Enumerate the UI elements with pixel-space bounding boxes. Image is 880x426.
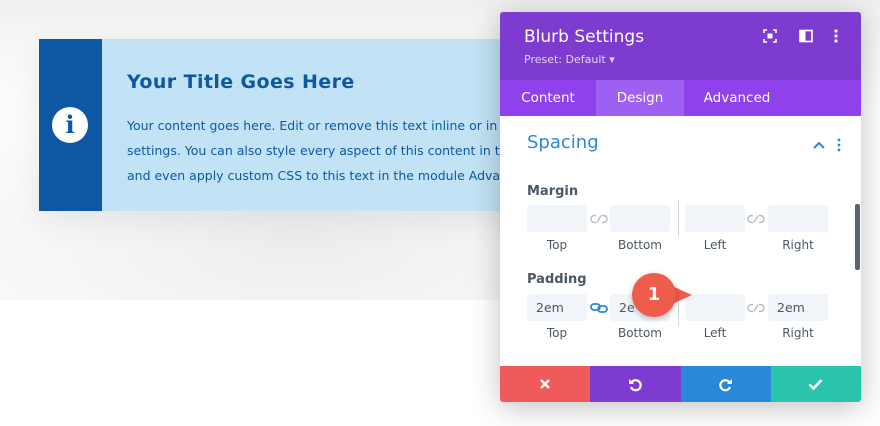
panel-title: Blurb Settings (524, 27, 645, 47)
fullscreen-icon[interactable] (762, 28, 778, 44)
section-menu-icon[interactable] (836, 138, 842, 152)
padding-link-vertical-icon[interactable] (590, 302, 608, 314)
margin-right-input[interactable] (768, 205, 828, 232)
tab-advanced[interactable]: Advanced (684, 80, 790, 116)
padding-bottom-label: Bottom (617, 326, 662, 340)
undo-button[interactable] (590, 366, 681, 402)
panel-scrollbar[interactable] (855, 204, 860, 270)
padding-right-input[interactable]: 2em (768, 294, 828, 321)
panel-footer (500, 366, 861, 402)
padding-top-input[interactable]: 2em (527, 294, 587, 321)
redo-icon (718, 379, 732, 392)
margin-left-label: Left (703, 238, 727, 252)
margin-top-input[interactable] (527, 205, 587, 232)
save-button[interactable] (770, 366, 861, 402)
padding-left-input[interactable] (685, 294, 745, 321)
padding-top-label: Top (546, 326, 568, 340)
split-view-icon[interactable] (798, 28, 814, 44)
blurb-icon-column: i (39, 39, 102, 211)
tab-content[interactable]: Content (500, 80, 596, 116)
blurb-body[interactable]: Your content goes here. Edit or remove t… (127, 113, 529, 188)
chevron-up-icon[interactable] (812, 140, 826, 150)
margin-top-label: Top (546, 238, 568, 252)
blurb-body-line: and even apply custom CSS to this text i… (127, 168, 529, 183)
preset-dropdown[interactable]: Preset: Default ▾ (524, 53, 615, 66)
info-icon: i (52, 107, 88, 143)
blurb-body-line: settings. You can also style every aspec… (127, 143, 529, 158)
margin-bottom-label: Bottom (617, 238, 662, 252)
margin-label: Margin (527, 184, 579, 199)
checkmark-icon (808, 379, 823, 390)
annotation-badge: 1 (632, 273, 676, 317)
settings-tabs: Content Design Advanced (500, 80, 861, 116)
tab-design[interactable]: Design (596, 80, 684, 116)
padding-link-horizontal-icon[interactable] (747, 302, 765, 314)
padding-label: Padding (527, 272, 587, 287)
section-title-spacing[interactable]: Spacing (527, 132, 599, 153)
margin-left-input[interactable] (685, 205, 745, 232)
panel-body: Spacing Margin Top Bottom Left Right Pad… (500, 116, 861, 368)
blurb-settings-panel: Blurb Settings Preset: Default ▾ Content… (500, 12, 861, 402)
cancel-button[interactable] (500, 366, 591, 402)
margin-link-vertical-icon[interactable] (590, 213, 608, 225)
panel-header[interactable]: Blurb Settings Preset: Default ▾ (500, 12, 861, 80)
more-options-icon[interactable] (828, 28, 844, 44)
blurb-module[interactable]: i Your Title Goes Here Your content goes… (39, 39, 529, 211)
padding-right-label: Right (782, 326, 814, 340)
margin-right-label: Right (782, 238, 814, 252)
blurb-body-line: Your content goes here. Edit or remove t… (127, 118, 522, 133)
margin-divider (678, 200, 679, 236)
padding-left-label: Left (703, 326, 727, 340)
blurb-title[interactable]: Your Title Goes Here (127, 71, 355, 93)
close-icon (540, 379, 550, 389)
margin-link-horizontal-icon[interactable] (747, 213, 765, 225)
redo-button[interactable] (680, 366, 771, 402)
margin-bottom-input[interactable] (610, 205, 670, 232)
undo-icon (629, 379, 643, 392)
